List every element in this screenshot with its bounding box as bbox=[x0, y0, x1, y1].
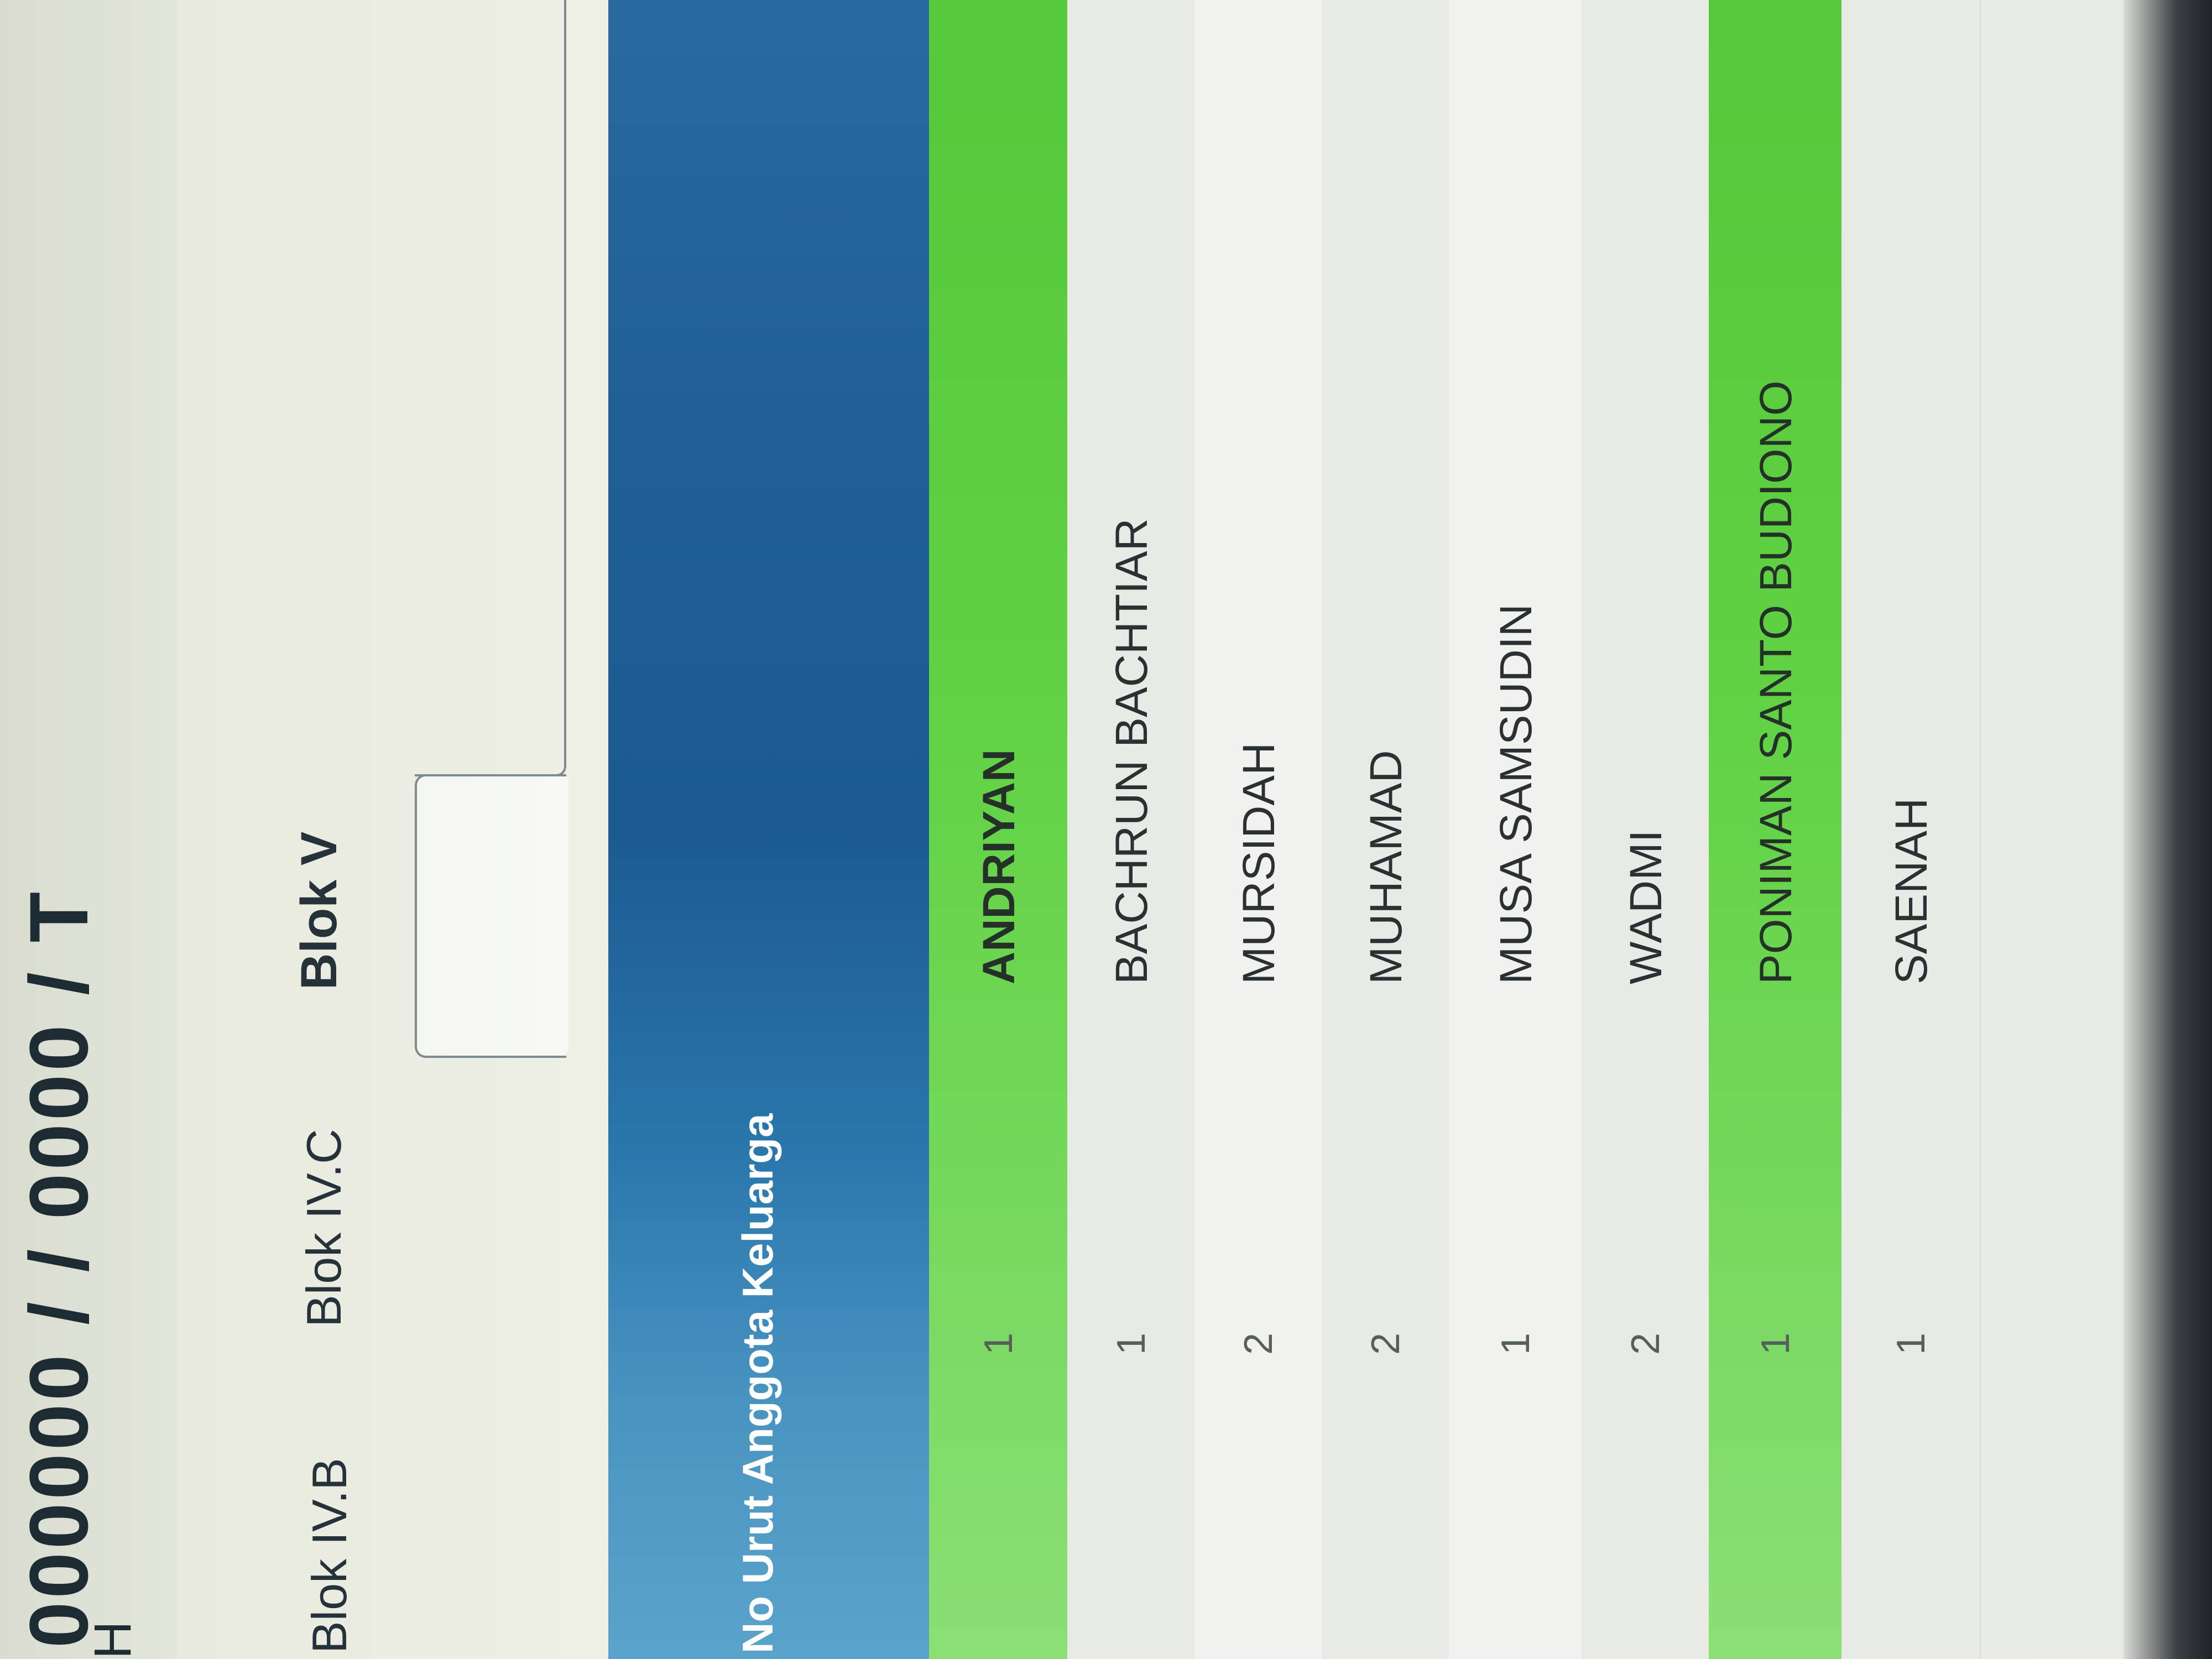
cell-no-urut: 2 bbox=[1364, 1332, 1408, 1355]
cell-no-urut: 1 bbox=[977, 1332, 1021, 1355]
cell-no-urut: 1 bbox=[1494, 1332, 1538, 1355]
table-row[interactable]: 1 MUSA SAMSUDIN bbox=[1449, 0, 1583, 1659]
table-row[interactable]: 2 WADMI bbox=[1582, 0, 1710, 1659]
cell-no-urut: 1 bbox=[1754, 1332, 1798, 1355]
tab-panel-outline bbox=[415, 0, 566, 776]
screen: 000000 / / 0000 / T H Blok IV.B Blok IV.… bbox=[0, 0, 2212, 1659]
table-row[interactable]: 1 ANDRIYAN bbox=[929, 0, 1067, 1659]
cell-nama: MUHAMAD bbox=[1361, 750, 1411, 984]
section-letter: H bbox=[84, 1621, 142, 1659]
cell-nama: MURSIDAH bbox=[1234, 742, 1284, 984]
screen-bezel bbox=[2124, 0, 2212, 1659]
cell-nama: SAENAH bbox=[1886, 797, 1937, 984]
tab-blok-v[interactable]: Blok V bbox=[290, 832, 348, 990]
member-table: 1 ANDRIYAN 1 BACHRUN BACHTIAR 2 MURSIDAH 2 MUHA… bbox=[929, 0, 2124, 1659]
cell-no-urut: 2 bbox=[1624, 1332, 1668, 1355]
top-strip: 000000 / / 0000 / T H bbox=[0, 0, 179, 1659]
tab-blok-iv-b[interactable]: Blok IV.B bbox=[301, 1458, 358, 1653]
cell-no-urut: 2 bbox=[1237, 1332, 1281, 1355]
tab-active-join bbox=[563, 776, 568, 1051]
cell-nama: BACHRUN BACHTIAR bbox=[1107, 518, 1157, 984]
tab-bar bbox=[177, 0, 608, 1659]
record-code: 000000 / / 0000 / T bbox=[12, 888, 105, 1648]
tab-blok-iv-c[interactable]: Blok IV.C bbox=[296, 1129, 352, 1327]
table-row[interactable]: 1 SAENAH bbox=[1841, 0, 1981, 1659]
table-row[interactable]: 2 MURSIDAH bbox=[1194, 0, 1323, 1659]
table-row[interactable]: 1 PONIMAN SANTO BUDIONO bbox=[1709, 0, 1841, 1659]
cell-no-urut: 1 bbox=[1889, 1332, 1933, 1355]
cell-nama: ANDRIYAN bbox=[974, 749, 1024, 984]
cell-nama: MUSA SAMSUDIN bbox=[1491, 604, 1541, 984]
column-header-no-urut[interactable]: No Urut Anggota Keluarga bbox=[733, 1114, 783, 1653]
table-row[interactable]: 1 BACHRUN BACHTIAR bbox=[1067, 0, 1196, 1659]
table-row[interactable]: 2 MUHAMAD bbox=[1322, 0, 1450, 1659]
cell-nama: WADMI bbox=[1621, 830, 1671, 984]
tab-blok-v-frame[interactable] bbox=[415, 774, 566, 1058]
cell-no-urut: 1 bbox=[1109, 1332, 1154, 1355]
cell-nama: PONIMAN SANTO BUDIONO bbox=[1751, 380, 1801, 984]
